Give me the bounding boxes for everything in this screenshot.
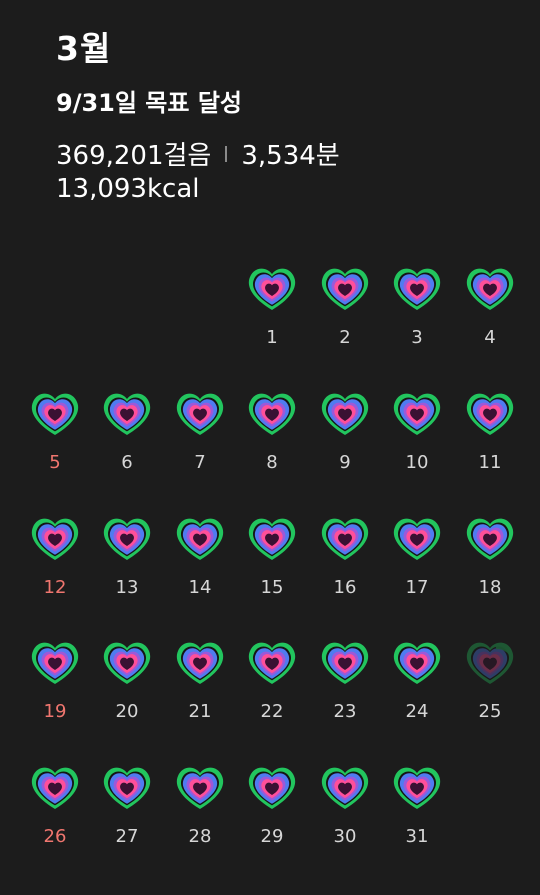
activity-heart-icon [103, 393, 151, 435]
calendar-day[interactable]: 26 [25, 759, 85, 859]
calendar-day[interactable]: 27 [97, 759, 157, 859]
activity-heart-icon [31, 518, 79, 560]
activity-heart-icon [103, 642, 151, 684]
calendar-day[interactable]: 29 [242, 759, 302, 859]
activity-heart-icon [248, 393, 296, 435]
activity-heart-icon [321, 518, 369, 560]
calendar-day[interactable]: 11 [460, 385, 520, 485]
activity-heart-icon [393, 518, 441, 560]
activity-heart-icon [176, 767, 224, 809]
activity-heart-icon [393, 393, 441, 435]
day-number: 26 [43, 826, 67, 847]
calendar-day[interactable]: 1 [242, 260, 302, 360]
day-number: 25 [478, 701, 502, 722]
day-number: 30 [333, 826, 357, 847]
calendar-day[interactable]: 30 [315, 759, 375, 859]
day-number: 8 [266, 452, 278, 473]
calendar-day[interactable]: 16 [315, 510, 375, 610]
day-number: 15 [260, 577, 284, 598]
calendar-day[interactable]: 20 [97, 634, 157, 734]
day-number: 19 [43, 701, 67, 722]
day-number: 16 [333, 577, 357, 598]
activity-heart-icon [176, 393, 224, 435]
day-number: 1 [266, 327, 278, 348]
activity-heart-icon [248, 518, 296, 560]
activity-heart-icon [176, 518, 224, 560]
day-number: 22 [260, 701, 284, 722]
day-number: 10 [405, 452, 429, 473]
calendar-grid: 1 2 3 4 5 6 7 8 9 10 11 12 13 14 15 16 17 18 19 20 21 22 23 24 2… [0, 0, 540, 895]
day-number: 20 [115, 701, 139, 722]
day-number: 28 [188, 826, 212, 847]
day-number: 17 [405, 577, 429, 598]
day-number: 11 [478, 452, 502, 473]
calendar-day[interactable]: 7 [170, 385, 230, 485]
activity-heart-icon [103, 518, 151, 560]
calendar-day[interactable]: 8 [242, 385, 302, 485]
calendar-day[interactable]: 3 [387, 260, 447, 360]
calendar-day[interactable]: 23 [315, 634, 375, 734]
calendar-day[interactable]: 4 [460, 260, 520, 360]
calendar-day[interactable]: 21 [170, 634, 230, 734]
activity-heart-icon [248, 268, 296, 310]
day-number: 9 [339, 452, 351, 473]
activity-heart-icon [176, 642, 224, 684]
activity-heart-icon [466, 518, 514, 560]
day-number: 14 [188, 577, 212, 598]
calendar-day[interactable]: 12 [25, 510, 85, 610]
activity-heart-icon [248, 767, 296, 809]
calendar-day[interactable]: 19 [25, 634, 85, 734]
calendar-day[interactable]: 13 [97, 510, 157, 610]
calendar-day[interactable]: 10 [387, 385, 447, 485]
calendar-day[interactable]: 25 [460, 634, 520, 734]
calendar-day[interactable]: 18 [460, 510, 520, 610]
calendar-day[interactable]: 17 [387, 510, 447, 610]
activity-heart-icon [321, 393, 369, 435]
activity-heart-icon [393, 767, 441, 809]
activity-heart-icon [466, 642, 514, 684]
calendar-day[interactable]: 9 [315, 385, 375, 485]
activity-heart-icon [466, 268, 514, 310]
day-number: 18 [478, 577, 502, 598]
day-number: 31 [405, 826, 429, 847]
day-number: 21 [188, 701, 212, 722]
activity-heart-icon [466, 393, 514, 435]
day-number: 23 [333, 701, 357, 722]
day-number: 4 [484, 327, 496, 348]
calendar-day[interactable]: 15 [242, 510, 302, 610]
day-number: 29 [260, 826, 284, 847]
activity-heart-icon [31, 642, 79, 684]
day-number: 3 [411, 327, 423, 348]
day-number: 2 [339, 327, 351, 348]
calendar-day[interactable]: 6 [97, 385, 157, 485]
activity-heart-icon [393, 268, 441, 310]
activity-heart-icon [321, 642, 369, 684]
calendar-day[interactable]: 28 [170, 759, 230, 859]
activity-heart-icon [31, 393, 79, 435]
calendar-day[interactable]: 5 [25, 385, 85, 485]
calendar-day[interactable]: 31 [387, 759, 447, 859]
day-number: 13 [115, 577, 139, 598]
activity-heart-icon [31, 767, 79, 809]
calendar-day[interactable]: 22 [242, 634, 302, 734]
day-number: 6 [121, 452, 133, 473]
day-number: 27 [115, 826, 139, 847]
calendar-day[interactable]: 24 [387, 634, 447, 734]
day-number: 24 [405, 701, 429, 722]
day-number: 5 [49, 452, 61, 473]
calendar-day[interactable]: 14 [170, 510, 230, 610]
day-number: 7 [194, 452, 206, 473]
calendar-day[interactable]: 2 [315, 260, 375, 360]
activity-heart-icon [321, 767, 369, 809]
activity-heart-icon [393, 642, 441, 684]
activity-heart-icon [248, 642, 296, 684]
activity-heart-icon [103, 767, 151, 809]
activity-heart-icon [321, 268, 369, 310]
day-number: 12 [43, 577, 67, 598]
